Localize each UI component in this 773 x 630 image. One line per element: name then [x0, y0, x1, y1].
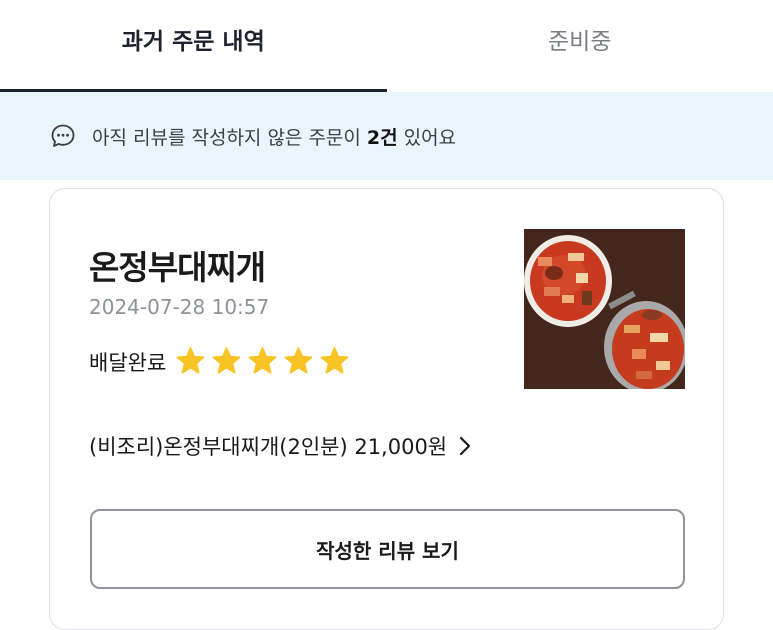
order-tabs: 과거 주문 내역 준비중: [0, 0, 773, 92]
unreviewed-count: 2건: [366, 126, 398, 149]
chevron-right-icon: [460, 436, 471, 456]
star-icon: [176, 347, 205, 374]
chat-bubble-icon: [50, 123, 76, 149]
star-icon: [248, 347, 277, 374]
review-notice-banner: 아직 리뷰를 작성하지 않은 주문이 2건 있어요: [0, 92, 773, 180]
delivery-status: 배달완료: [89, 350, 167, 375]
review-notice-text: 아직 리뷰를 작성하지 않은 주문이 2건 있어요: [92, 123, 456, 150]
view-written-review-button[interactable]: 작성한 리뷰 보기: [90, 509, 685, 589]
star-icon: [320, 347, 349, 374]
notice-prefix: 아직 리뷰를 작성하지 않은 주문이: [92, 126, 367, 149]
rating-stars: [174, 345, 354, 378]
tab-past-orders[interactable]: 과거 주문 내역: [0, 0, 387, 92]
star-icon: [212, 347, 241, 374]
tab-preparing-label: 준비중: [548, 29, 612, 55]
food-thumbnail[interactable]: [524, 229, 685, 389]
order-menu-link[interactable]: (비조리)온정부대찌개(2인분) 21,000원: [89, 431, 473, 461]
menu-summary: (비조리)온정부대찌개(2인분) 21,000원: [89, 435, 448, 459]
tab-past-orders-label: 과거 주문 내역: [121, 29, 265, 55]
order-date: 2024-07-28 10:57: [89, 295, 270, 319]
store-name[interactable]: 온정부대찌개: [89, 241, 266, 289]
order-card: 온정부대찌개 2024-07-28 10:57 배달완료 (비조리)온정부대찌개…: [49, 188, 724, 630]
notice-suffix: 있어요: [397, 126, 457, 149]
tab-preparing[interactable]: 준비중: [387, 0, 773, 92]
star-icon: [284, 347, 313, 374]
order-status-row: 배달완료: [89, 345, 354, 378]
